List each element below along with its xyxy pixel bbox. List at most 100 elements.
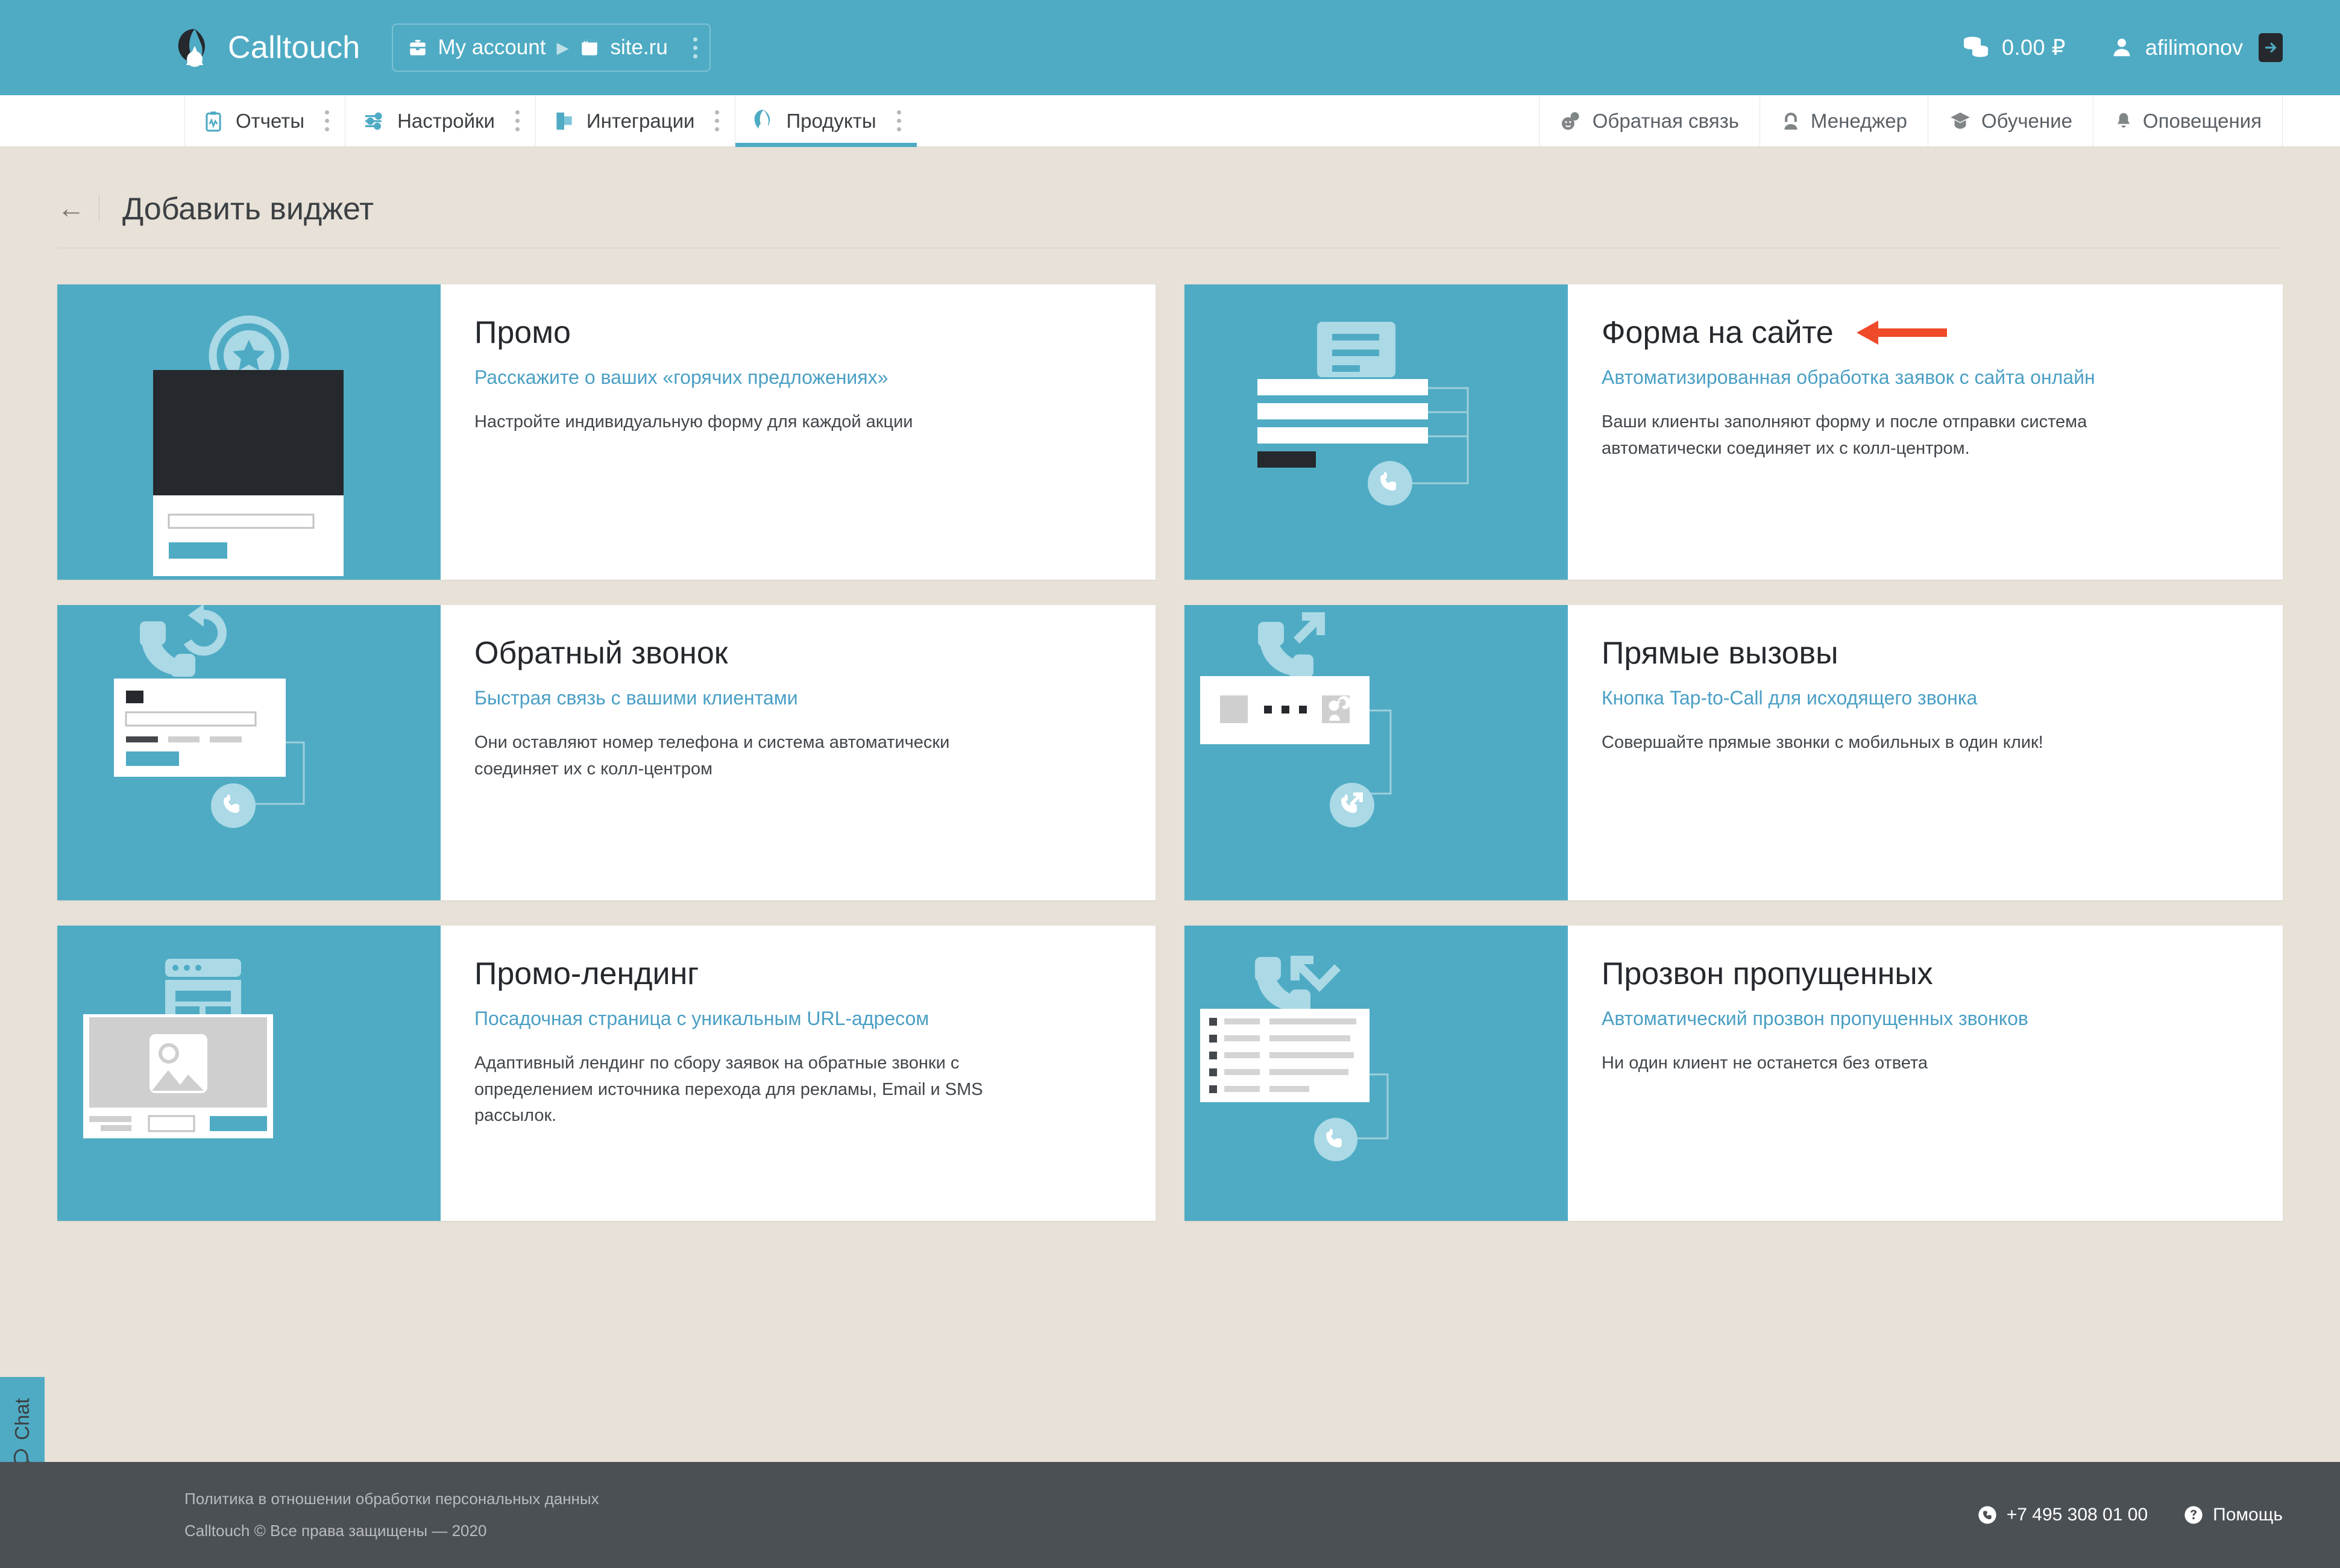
- coins-icon: [1962, 36, 1990, 60]
- nav-item-notifications-label: Оповещения: [2142, 109, 2262, 132]
- nav-item-manager[interactable]: Менеджер: [1759, 95, 1928, 146]
- kebab-menu-icon[interactable]: [693, 37, 697, 58]
- card-title: Промо: [474, 315, 571, 350]
- nav-secondary-group: Обратная связь Менеджер Обучение Оповеще…: [1538, 95, 2283, 146]
- footer-left: Политика в отношении обработки персональ…: [184, 1490, 599, 1540]
- question-circle-icon: [2184, 1505, 2203, 1525]
- sliders-icon: [362, 109, 386, 133]
- callback-card-body: Обратный звонок Быстрая связь с вашими к…: [441, 605, 1156, 900]
- card-subtitle[interactable]: Расскажите о ваших «горячих предложениях…: [474, 366, 1122, 389]
- card-description: Ни один клиент не останется без ответа: [1602, 1053, 1928, 1073]
- pointer-arrow-annotation-icon: [1856, 321, 1947, 345]
- back-arrow-icon[interactable]: ←: [57, 193, 99, 222]
- kebab-menu-icon[interactable]: [325, 110, 330, 131]
- browser-window-icon: [579, 37, 600, 58]
- site-label: site.ru: [610, 36, 668, 59]
- site-form-illustration: [1184, 284, 1568, 580]
- user-avatar-icon: [2110, 36, 2133, 60]
- bell-icon: [2114, 110, 2133, 133]
- manager-person-icon: [1781, 110, 1801, 133]
- footer-phone[interactable]: +7 495 308 01 00: [1978, 1505, 2148, 1525]
- direct-calls-card-body: Прямые вызовы Кнопка Tap-to-Call для исх…: [1568, 605, 2283, 900]
- calltouch-logo-icon: [175, 28, 215, 67]
- nav-item-integrations[interactable]: Интеграции: [535, 95, 735, 146]
- site-form-title-row: Форма на сайте: [1602, 315, 2249, 351]
- account-switcher-site[interactable]: site.ru: [579, 36, 668, 60]
- footer-right: +7 495 308 01 00 Помощь: [1978, 1505, 2283, 1525]
- card-subtitle[interactable]: Кнопка Tap-to-Call для исходящего звонка: [1602, 687, 2249, 709]
- card-description: Адаптивный лендинг по сбору заявок на об…: [474, 1053, 983, 1125]
- nav-item-reports-label: Отчеты: [236, 109, 305, 132]
- balance-widget[interactable]: 0.00 ₽: [1962, 35, 2066, 60]
- nav-item-feedback-label: Обратная связь: [1592, 109, 1739, 132]
- kebab-menu-icon[interactable]: [896, 110, 901, 131]
- account-label: My account: [438, 36, 546, 59]
- username-label: afilimonov: [2145, 35, 2243, 60]
- puzzle-blocks-icon: [553, 109, 576, 133]
- account-switcher[interactable]: My account ▶ site.ru: [391, 24, 711, 72]
- calltouch-mark-icon: [752, 108, 775, 134]
- promo-star-popup-illustration: [57, 284, 441, 580]
- briefcase-icon: [407, 37, 428, 58]
- logout-arrow-icon[interactable]: [2259, 33, 2283, 62]
- missed-calls-title-row: Прозвон пропущенных: [1602, 956, 2249, 992]
- nav-item-reports[interactable]: Отчеты: [184, 95, 345, 146]
- footer-policy-link[interactable]: Политика в отношении обработки персональ…: [184, 1490, 599, 1508]
- page-content: ← Добавить виджет Промо Расскажите о ваш…: [0, 170, 2340, 1221]
- promo-card-body: Промо Расскажите о ваших «горячих предло…: [441, 284, 1156, 580]
- widget-card-promo[interactable]: Промо Расскажите о ваших «горячих предло…: [57, 284, 1156, 580]
- kebab-menu-icon[interactable]: [515, 110, 520, 131]
- footer-copyright: Calltouch © Все права защищены — 2020: [184, 1522, 487, 1540]
- page-title: Добавить виджет: [122, 191, 374, 227]
- nav-item-feedback[interactable]: Обратная связь: [1538, 95, 1760, 146]
- widget-card-missed-calls[interactable]: Прозвон пропущенных Автоматический прозв…: [1184, 926, 2283, 1221]
- chat-tab-label: Chat: [11, 1398, 33, 1440]
- widget-card-promo-landing[interactable]: Промо-лендинг Посадочная страница с уник…: [57, 926, 1156, 1221]
- card-title: Прямые вызовы: [1602, 636, 1838, 671]
- missed-calls-illustration: [1184, 926, 1568, 1221]
- brand-name: Calltouch: [228, 30, 360, 65]
- feedback-smiley-icon: [1560, 110, 1583, 133]
- page-footer: Политика в отношении обработки персональ…: [0, 1462, 2340, 1568]
- nav-item-settings[interactable]: Настройки: [345, 95, 535, 146]
- nav-item-training[interactable]: Обучение: [1928, 95, 2093, 146]
- breadcrumb-separator-icon: ▶: [556, 38, 569, 57]
- footer-phone-label: +7 495 308 01 00: [2006, 1505, 2148, 1525]
- card-description: Ваши клиенты заполняют форму и после отп…: [1602, 412, 2087, 458]
- card-subtitle[interactable]: Автоматизированная обработка заявок с са…: [1602, 366, 2249, 389]
- widget-card-callback[interactable]: Обратный звонок Быстрая связь с вашими к…: [57, 605, 1156, 900]
- site-form-card-body: Форма на сайте Автоматизированная обрабо…: [1568, 284, 2283, 580]
- missed-calls-card-body: Прозвон пропущенных Автоматический прозв…: [1568, 926, 2283, 1221]
- promo-title-row: Промо: [474, 315, 1122, 351]
- kebab-menu-icon[interactable]: [715, 110, 720, 131]
- nav-item-products[interactable]: Продукты: [735, 95, 917, 147]
- widget-card-direct-calls[interactable]: Прямые вызовы Кнопка Tap-to-Call для исх…: [1184, 605, 2283, 900]
- nav-item-settings-label: Настройки: [397, 109, 495, 132]
- phone-circle-icon: [1978, 1505, 1997, 1525]
- brand[interactable]: Calltouch: [175, 28, 360, 67]
- callback-title-row: Обратный звонок: [474, 635, 1122, 671]
- page-header: ← Добавить виджет: [57, 170, 2283, 248]
- card-title: Обратный звонок: [474, 636, 728, 671]
- account-switcher-account[interactable]: My account: [407, 36, 546, 60]
- nav-item-manager-label: Менеджер: [1810, 109, 1908, 132]
- nav-item-notifications[interactable]: Оповещения: [2092, 95, 2283, 146]
- card-title: Промо-лендинг: [474, 956, 699, 991]
- nav-item-integrations-label: Интеграции: [586, 109, 695, 132]
- direct-calls-illustration: [1184, 605, 1568, 900]
- promo-landing-illustration: [57, 926, 441, 1221]
- promo-landing-title-row: Промо-лендинг: [474, 956, 1122, 992]
- clipboard-chart-icon: [202, 109, 225, 133]
- widget-card-site-form[interactable]: Форма на сайте Автоматизированная обрабо…: [1184, 284, 2283, 580]
- card-description: Совершайте прямые звонки с мобильных в о…: [1602, 733, 2043, 752]
- top-bar: Calltouch My account ▶ site.ru 0.00 ₽ af…: [0, 0, 2340, 95]
- graduation-cap-icon: [1949, 110, 1972, 133]
- callback-illustration: [57, 605, 441, 900]
- footer-help[interactable]: Помощь: [2184, 1505, 2283, 1525]
- promo-landing-card-body: Промо-лендинг Посадочная страница с уник…: [441, 926, 1156, 1221]
- user-menu[interactable]: afilimonov: [2110, 33, 2283, 62]
- card-subtitle[interactable]: Автоматический прозвон пропущенных звонк…: [1602, 1008, 2249, 1030]
- card-subtitle[interactable]: Посадочная страница с уникальным URL-адр…: [474, 1008, 1122, 1030]
- card-subtitle[interactable]: Быстрая связь с вашими клиентами: [474, 687, 1122, 709]
- nav-primary-group: Отчеты Настройки Интеграции Продукты: [184, 95, 917, 147]
